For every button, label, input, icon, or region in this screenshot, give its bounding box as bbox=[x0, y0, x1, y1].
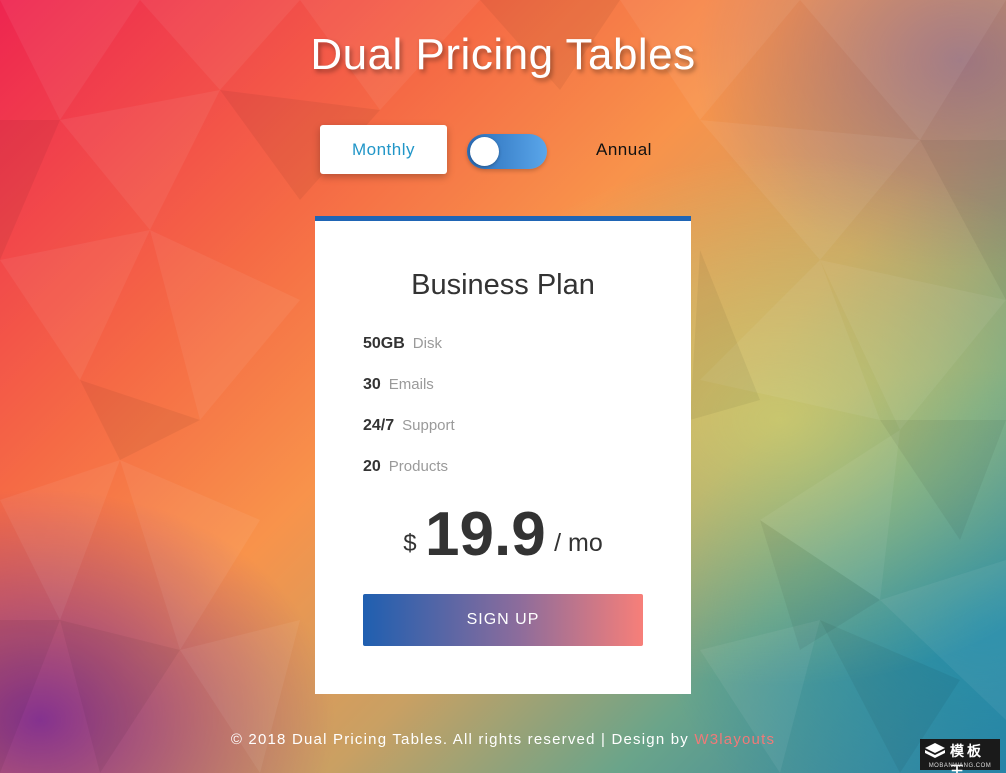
price-period: / mo bbox=[554, 529, 603, 557]
price-amount: 19.9 bbox=[425, 500, 546, 569]
feature-label: Support bbox=[402, 417, 455, 434]
feature-list: 50GB Disk 30 Emails 24/7 Support 20 Products bbox=[363, 335, 455, 499]
feature-value: 20 bbox=[363, 458, 381, 475]
feature-item: 30 Emails bbox=[363, 376, 455, 417]
price: $ 19.9 / mo bbox=[315, 499, 691, 570]
footer-designer-link[interactable]: W3layouts bbox=[694, 731, 775, 748]
sign-up-button[interactable]: SIGN UP bbox=[363, 594, 643, 646]
billing-toggle: Monthly Annual bbox=[320, 125, 690, 175]
feature-item: 50GB Disk bbox=[363, 335, 455, 376]
feature-label: Disk bbox=[412, 335, 442, 352]
footer-text: © 2018 Dual Pricing Tables. All rights r… bbox=[230, 731, 695, 748]
cube-logo-icon bbox=[925, 743, 945, 758]
switch-knob[interactable] bbox=[470, 137, 499, 166]
billing-switch[interactable] bbox=[467, 134, 547, 169]
feature-value: 30 bbox=[363, 376, 381, 393]
plan-name: Business Plan bbox=[411, 269, 595, 301]
feature-label: Emails bbox=[388, 376, 434, 393]
annual-label[interactable]: Annual bbox=[596, 140, 652, 160]
page-title: Dual Pricing Tables bbox=[310, 30, 696, 79]
feature-label: Products bbox=[388, 458, 448, 475]
pricing-card: Business Plan 50GB Disk 30 Emails 24/7 Supp… bbox=[315, 216, 691, 694]
feature-value: 24/7 bbox=[363, 417, 395, 434]
watermark-subtext: MOBANWANG.COM bbox=[928, 763, 992, 769]
price-currency: $ bbox=[403, 530, 417, 557]
feature-item: 20 Products bbox=[363, 458, 455, 499]
feature-value: 50GB bbox=[363, 335, 405, 352]
monthly-button[interactable]: Monthly bbox=[320, 125, 447, 174]
feature-item: 24/7 Support bbox=[363, 417, 455, 458]
watermark-logo: 模板王 MOBANWANG.COM bbox=[920, 739, 1000, 773]
footer: © 2018 Dual Pricing Tables. All rights r… bbox=[0, 731, 1006, 748]
